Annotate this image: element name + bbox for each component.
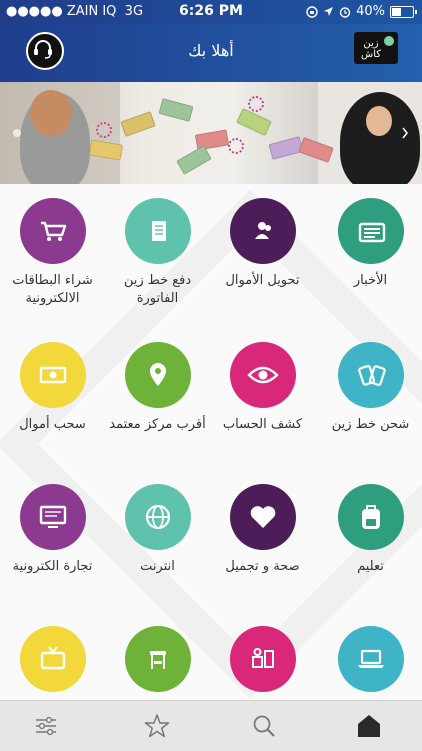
service-label: شراء البطاقات الالكترونية [12, 273, 93, 306]
service-item[interactable]: كشف الحساب [210, 342, 315, 434]
service-icon-circle [19, 342, 86, 408]
service-icon-circle [124, 198, 191, 264]
tab-favorites[interactable] [144, 713, 170, 739]
woman-face [366, 106, 392, 136]
service-item[interactable]: أقرب مركز معتمد [105, 342, 210, 434]
banner-next-icon[interactable] [400, 126, 410, 140]
services-grid: الأخبار تحويل الأموال دفع خط زين الفاتورة ش… [0, 184, 422, 700]
service-label: تعليم [357, 559, 384, 574]
service-icon-circle [124, 342, 191, 408]
decoration-icon [228, 138, 244, 154]
tab-search[interactable] [251, 713, 277, 739]
service-label: تجارة الكترونية [12, 559, 93, 574]
zaincash-logo-mark [384, 36, 394, 46]
decoration-icon [248, 96, 264, 112]
cash-icon [39, 366, 66, 384]
zaincash-label: زين كاش [360, 38, 381, 60]
service-icon-circle [229, 626, 296, 692]
service-icon-circle [337, 484, 404, 550]
battery-percentage: 40% [356, 4, 385, 19]
furniture-icon [149, 651, 166, 669]
appliances-icon [251, 648, 274, 668]
banknote [176, 145, 212, 175]
battery-icon [390, 5, 417, 18]
cart-icon [40, 221, 66, 241]
promo-banner[interactable] [0, 82, 422, 184]
cards-icon [357, 364, 386, 386]
service-label: دفع خط زين الفاتورة [123, 273, 192, 306]
newspaper-icon [358, 222, 385, 243]
service-label: انترنت [140, 559, 175, 574]
service-label: سحب أموال [19, 417, 86, 432]
service-icon-circle [19, 484, 86, 550]
service-item[interactable] [210, 626, 315, 700]
service-item[interactable]: تجارة الكترونية [0, 484, 105, 576]
status-bar: ●●●●● ZAIN IQ 3G 6:26 PM 40% [0, 0, 422, 24]
tab-filters[interactable] [33, 713, 59, 739]
service-icon-circle [124, 626, 191, 692]
people-icon [254, 222, 271, 239]
lock-rotation-icon [306, 5, 318, 18]
computer-icon [39, 505, 66, 528]
backpack-icon [361, 505, 380, 529]
service-icon-circle [229, 484, 296, 550]
service-item[interactable]: شحن خط زين [318, 342, 422, 434]
service-label: الأخبار [353, 273, 388, 288]
service-label: شحن خط زين [331, 417, 410, 432]
globe-icon [145, 504, 170, 530]
service-icon-circle [337, 626, 404, 692]
service-item[interactable] [0, 626, 105, 700]
service-item[interactable]: دفع خط زين الفاتورة [105, 198, 210, 308]
service-icon-circle [229, 198, 296, 264]
man-head [30, 90, 72, 136]
banknote [268, 136, 304, 160]
service-item[interactable]: تحويل الأموال [210, 198, 315, 290]
service-icon-circle [19, 198, 86, 264]
service-item[interactable]: الأخبار [318, 198, 422, 290]
service-icon-circle [124, 484, 191, 550]
status-icons: 40% [306, 4, 417, 19]
service-item[interactable] [318, 626, 422, 700]
service-item[interactable]: انترنت [105, 484, 210, 576]
banknote [236, 107, 272, 137]
decoration-icon [96, 122, 112, 138]
service-item[interactable]: تعليم [318, 484, 422, 576]
zaincash-logo[interactable]: زين كاش [354, 32, 398, 64]
bottom-tab-bar [0, 700, 422, 751]
eye-icon [246, 366, 279, 384]
laptop-icon [357, 649, 384, 668]
service-icon-circle [229, 342, 296, 408]
banknote [120, 111, 156, 137]
service-label: تحويل الأموال [225, 273, 300, 288]
banknote [158, 98, 194, 122]
app-header: أهلا بك زين كاش [0, 24, 422, 82]
heart-icon [250, 506, 275, 528]
service-item[interactable] [105, 626, 210, 700]
location-pin-icon [149, 363, 166, 386]
service-item[interactable]: شراء البطاقات الالكترونية [0, 198, 105, 308]
service-icon-circle [337, 198, 404, 264]
alarm-icon [339, 6, 351, 18]
banner-prev-icon[interactable] [12, 126, 22, 140]
service-label: كشف الحساب [222, 417, 303, 432]
service-icon-circle [337, 342, 404, 408]
tab-home[interactable] [356, 713, 382, 739]
tv-icon [40, 646, 65, 670]
service-label: صحة و تجميل [225, 559, 300, 574]
service-item[interactable]: سحب أموال [0, 342, 105, 434]
service-label: أقرب مركز معتمد [109, 417, 206, 432]
document-icon [151, 221, 166, 241]
service-item[interactable]: صحة و تجميل [210, 484, 315, 576]
service-icon-circle [19, 626, 86, 692]
location-arrow-icon [324, 7, 334, 16]
